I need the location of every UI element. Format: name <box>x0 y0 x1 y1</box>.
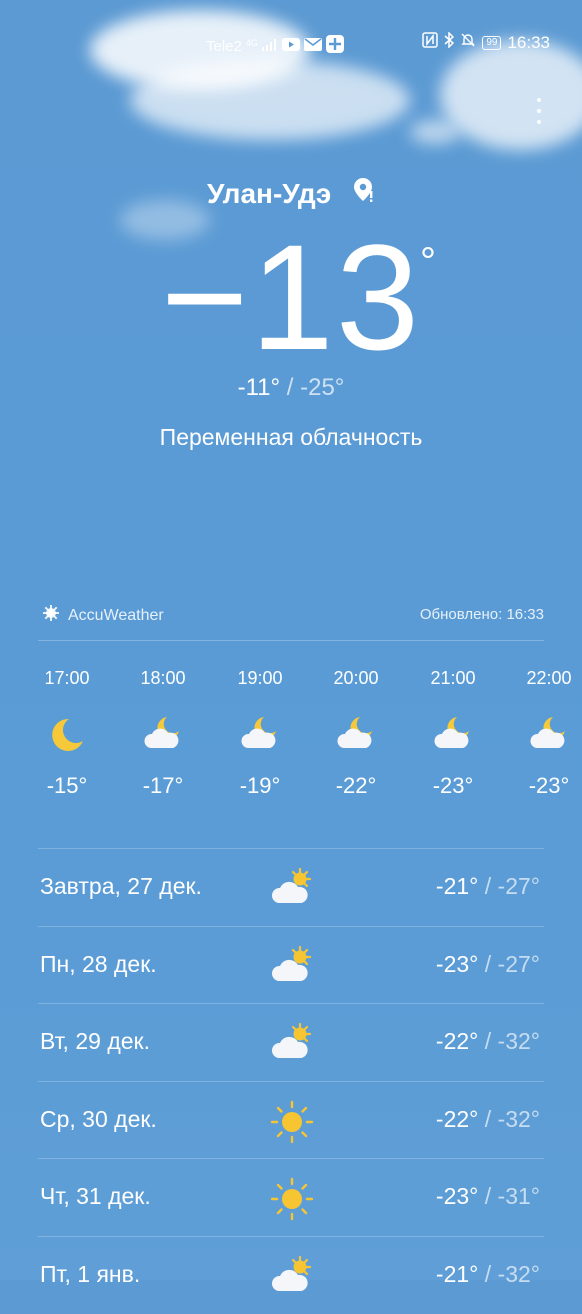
city-name: Улан-Удэ <box>207 177 332 209</box>
divider <box>38 640 544 641</box>
daily-row[interactable]: Пн, 28 дек. -23° / -27° <box>38 925 544 1004</box>
sky-cloud <box>130 60 410 140</box>
day-name: Пн, 28 дек. <box>40 950 157 977</box>
day-name: Пт, 1 янв. <box>40 1260 141 1287</box>
location-pin-icon <box>353 177 375 210</box>
hourly-forecast[interactable]: 17:00 -15° 18:00 -17° 19:00 -19° 20:00 -22° 21:0… <box>0 668 582 828</box>
day-high: -23° <box>435 950 479 977</box>
day-separator: / <box>484 950 492 977</box>
day-high: -22° <box>435 1028 479 1054</box>
day-low: -32° <box>497 1028 540 1054</box>
day-separator: / <box>484 1028 492 1054</box>
hour-time: 18:00 <box>140 668 186 688</box>
day-low: -27° <box>497 873 540 899</box>
data-source[interactable]: AccuWeather <box>42 604 164 627</box>
provider-name: AccuWeather <box>68 606 164 624</box>
day-low: -32° <box>497 1105 540 1132</box>
today-low: -25° <box>300 374 345 401</box>
today-min-max: -11° / -25° <box>0 374 582 402</box>
moon-icon <box>19 715 115 757</box>
day-low: -27° <box>497 950 540 977</box>
day-low: -31° <box>497 1183 540 1209</box>
mail-icon <box>303 37 322 55</box>
today-high: -11° <box>237 374 281 401</box>
current-temperature: −13 <box>160 213 422 381</box>
battery-indicator: 99 <box>482 35 502 50</box>
hour-temperature: -15° <box>46 773 88 798</box>
day-name: Ср, 30 дек. <box>40 1105 157 1132</box>
hour-time: 17:00 <box>44 668 90 688</box>
hour-temperature: -17° <box>142 773 184 798</box>
hourly-item: 19:00 -19° <box>212 668 308 799</box>
network-label: 4G <box>245 38 258 48</box>
hour-time: 22:00 <box>526 668 572 688</box>
accuweather-icon <box>42 604 60 627</box>
degree-symbol: ° <box>420 240 436 284</box>
day-temperature: -21° / -27° <box>436 873 540 900</box>
sun-cloud-icon <box>270 867 314 907</box>
moon-cloud-icon <box>405 715 501 757</box>
daily-row[interactable]: Чт, 31 дек. -23° / -31° <box>38 1158 544 1236</box>
hourly-item: 17:00 -15° <box>19 668 115 799</box>
updated-time: Обновлено: 16:33 <box>419 606 544 623</box>
day-high: -21° <box>435 1260 479 1287</box>
moon-cloud-icon <box>308 715 404 757</box>
day-separator: / <box>484 1183 492 1209</box>
more-options-icon[interactable] <box>536 98 542 130</box>
day-high: -21° <box>435 873 479 899</box>
daily-row[interactable]: Ср, 30 дек. -22° / -32° <box>38 1080 544 1159</box>
moon-cloud-icon <box>501 715 582 757</box>
hourly-item: 22:00 -23° <box>501 668 582 799</box>
moon-cloud-icon <box>212 715 308 757</box>
hourly-item: 18:00 -17° <box>115 668 211 799</box>
city-header[interactable]: Улан-Удэ <box>0 176 582 210</box>
day-temperature: -22° / -32° <box>436 1028 540 1055</box>
day-name: Вт, 29 дек. <box>40 1028 150 1054</box>
day-high: -22° <box>435 1105 479 1132</box>
daily-row[interactable]: Пт, 1 янв. -21° / -32° <box>38 1235 544 1314</box>
hour-temperature: -19° <box>239 773 281 798</box>
sun-icon <box>270 1100 314 1143</box>
day-separator: / <box>484 873 492 899</box>
sun-icon <box>270 1177 314 1221</box>
hour-time: 20:00 <box>333 668 379 688</box>
mute-bell-icon <box>460 32 476 53</box>
nfc-icon <box>422 32 439 53</box>
day-low: -32° <box>497 1260 540 1287</box>
hour-time: 19:00 <box>237 668 283 688</box>
daily-row[interactable]: Вт, 29 дек. -22° / -32° <box>38 1003 544 1081</box>
day-name: Чт, 31 дек. <box>40 1183 151 1209</box>
hourly-item: 20:00 -22° <box>308 668 404 799</box>
day-separator: / <box>484 1260 492 1287</box>
day-high: -23° <box>435 1183 479 1209</box>
bluetooth-icon <box>444 31 455 53</box>
daily-row[interactable]: Завтра, 27 дек. -21° / -27° <box>38 848 544 926</box>
moon-cloud-icon <box>115 715 211 757</box>
carrier-label: Tele2 <box>206 37 242 55</box>
hour-temperature: -22° <box>335 773 377 798</box>
hour-temperature: -23° <box>432 773 474 798</box>
weather-condition: Переменная облачность <box>159 424 423 450</box>
day-temperature: -21° / -32° <box>436 1261 540 1288</box>
app-notification-icon <box>325 35 344 57</box>
sun-cloud-icon <box>270 945 314 985</box>
day-temperature: -22° / -32° <box>436 1106 540 1133</box>
signal-icon <box>261 38 278 55</box>
sky-cloud <box>410 120 460 144</box>
hour-time: 21:00 <box>430 668 476 688</box>
youtube-icon <box>281 37 300 55</box>
hour-temperature: -23° <box>528 773 570 798</box>
status-bar: Tele2 4G 99 16:33 <box>0 30 582 58</box>
minmax-separator: / <box>286 374 294 401</box>
sun-cloud-icon <box>270 1022 314 1062</box>
day-name: Завтра, 27 дек. <box>40 873 202 899</box>
day-temperature: -23° / -31° <box>436 1183 540 1210</box>
hourly-item: 21:00 -23° <box>405 668 501 799</box>
day-temperature: -23° / -27° <box>436 951 540 978</box>
sun-cloud-icon <box>270 1255 314 1295</box>
clock: 16:33 <box>507 32 550 52</box>
day-separator: / <box>484 1105 492 1132</box>
